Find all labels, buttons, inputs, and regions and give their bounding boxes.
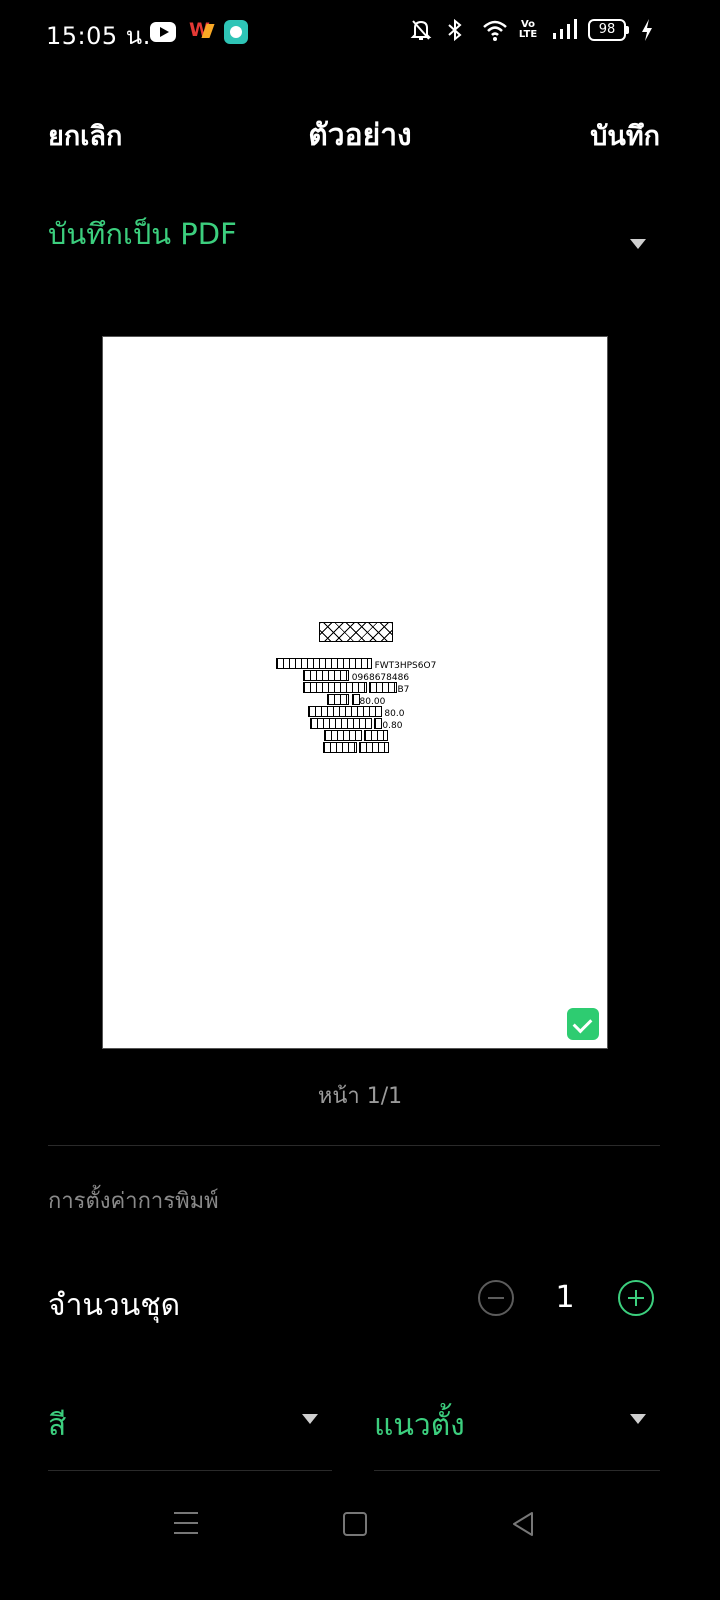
print-preview-screen: 15:05 น. W Vo LTE 98 ยกเลิก ตัวอย่าง บัน…	[0, 0, 720, 1600]
document-line: 0968678486	[103, 670, 609, 683]
document-line: B7	[103, 682, 609, 695]
document-title	[103, 622, 609, 646]
document-line: 0.80	[103, 718, 609, 731]
save-button[interactable]: บันทึก	[590, 114, 660, 157]
document-line: 80.0	[103, 706, 609, 719]
orientation-label: แนวตั้ง	[374, 1408, 465, 1443]
dropdown-arrow-icon	[630, 239, 646, 249]
recent-apps-button[interactable]	[174, 1512, 198, 1534]
notification-icons: W	[150, 19, 248, 44]
document-content: FWT3HPS6O7 0968678486 B7 80.00 80.0 0.80	[103, 622, 609, 754]
color-label: สี	[48, 1408, 67, 1443]
w-app-icon: W	[188, 19, 212, 42]
orientation-dropdown[interactable]: แนวตั้ง	[374, 1398, 660, 1471]
copies-value: 1	[555, 1280, 575, 1315]
decrease-copies-button[interactable]	[478, 1280, 514, 1316]
divider	[48, 1145, 660, 1146]
dropdown-arrow-icon	[630, 1414, 646, 1424]
document-line	[103, 730, 609, 742]
bell-off-icon	[410, 18, 432, 42]
print-settings-heading: การตั้งค่าการพิมพ์	[48, 1189, 219, 1214]
printer-destination-dropdown[interactable]: บันทึกเป็น PDF	[48, 205, 662, 275]
signal-icon	[552, 18, 577, 42]
status-bar: 15:05 น. W Vo LTE 98	[0, 0, 720, 64]
volte-icon: Vo LTE	[518, 19, 538, 40]
document-line: 80.00	[103, 694, 609, 707]
copies-label: จำนวนชุด	[48, 1288, 181, 1323]
system-nav-bar	[0, 1490, 720, 1600]
document-line: FWT3HPS6O7	[103, 658, 609, 671]
wifi-icon	[482, 18, 507, 42]
battery-icon: 98	[588, 19, 629, 41]
status-time: 15:05 น.	[46, 22, 151, 50]
home-button[interactable]	[343, 1512, 367, 1536]
document-line	[103, 742, 609, 754]
page-preview[interactable]: FWT3HPS6O7 0968678486 B7 80.00 80.0 0.80	[102, 336, 608, 1049]
copies-row: จำนวนชุด 1	[48, 1276, 662, 1326]
youtube-icon	[150, 22, 176, 42]
charging-icon	[640, 18, 662, 42]
page-indicator: หน้า 1/1	[317, 1084, 403, 1109]
color-dropdown[interactable]: สี	[48, 1398, 332, 1471]
bluetooth-icon	[446, 18, 468, 42]
dropdown-arrow-icon	[302, 1414, 318, 1424]
page-selected-checkbox[interactable]	[567, 1008, 599, 1040]
top-app-bar: ยกเลิก ตัวอย่าง บันทึก	[0, 100, 720, 170]
chat-app-icon	[224, 20, 248, 44]
destination-label: บันทึกเป็น PDF	[48, 217, 237, 251]
system-icons: Vo LTE 98	[410, 18, 662, 42]
increase-copies-button[interactable]	[618, 1280, 654, 1316]
